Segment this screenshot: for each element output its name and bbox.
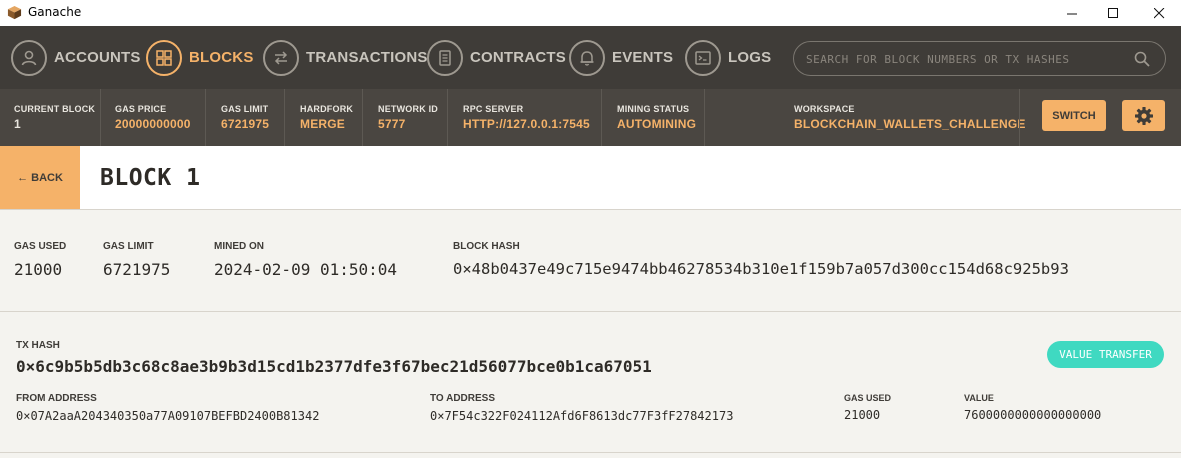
blocks-icon	[146, 39, 182, 76]
block-hash: BLOCK HASH 0×48b0437e49c715e9474bb462785…	[453, 241, 1069, 278]
stat-label: GAS LIMIT	[221, 104, 269, 114]
search-box	[793, 41, 1166, 76]
nav-events-label: EVENTS	[612, 49, 674, 66]
stat-label: HARDFORK	[300, 104, 354, 114]
nav-accounts-label: ACCOUNTS	[54, 49, 141, 66]
stat-label: WORKSPACE	[794, 104, 855, 114]
user-icon	[11, 39, 47, 76]
divider	[100, 89, 101, 146]
maximize-button[interactable]	[1090, 0, 1136, 26]
tx-value: VALUE 7600000000000000000	[964, 393, 1101, 422]
transaction-row[interactable]: TX HASH 0×6c9b5b5db3c68c8ae3b9b3d15cd1b2…	[0, 313, 1181, 453]
stat-label: GAS PRICE	[115, 104, 167, 114]
field-value: 0×48b0437e49c715e9474bb46278534b310e1f15…	[453, 260, 1069, 278]
field-value: 6721975	[103, 260, 171, 279]
stat-value: 20000000000	[115, 117, 191, 131]
search-icon[interactable]	[1133, 50, 1151, 68]
field-label: FROM ADDRESS	[16, 393, 97, 404]
field-value: 2024-02-09 01:50:04	[214, 260, 398, 279]
nav-blocks[interactable]: BLOCKS	[146, 39, 254, 76]
block-gas-limit: GAS LIMIT 6721975	[103, 241, 170, 279]
close-icon	[1153, 7, 1164, 18]
field-label: GAS USED	[14, 241, 67, 252]
divider	[447, 89, 448, 146]
stat-value: AUTOMINING	[617, 117, 697, 131]
field-value: 0×07A2aaA204340350a77A09107BEFBD2400B813…	[16, 409, 320, 423]
window-title: Ganache	[28, 5, 82, 19]
stat-label: RPC SERVER	[463, 104, 524, 114]
stat-label: CURRENT BLOCK	[14, 104, 96, 114]
nav-logs[interactable]: LOGS	[685, 39, 771, 76]
page-title: BLOCK 1	[100, 165, 201, 191]
divider	[362, 89, 363, 146]
stat-value: 5777	[378, 117, 406, 131]
close-button[interactable]	[1136, 0, 1181, 26]
terminal-icon	[685, 39, 721, 76]
stat-workspace: WORKSPACE BLOCKCHAIN_WALLETS_CHALLENGE	[794, 89, 1026, 146]
stat-mining-status: MINING STATUS AUTOMINING	[617, 89, 696, 146]
field-value: 21000	[14, 260, 63, 279]
stat-gas-price: GAS PRICE 20000000000	[115, 89, 191, 146]
nav-contracts[interactable]: CONTRACTS	[427, 39, 566, 76]
nav-events[interactable]: EVENTS	[569, 39, 673, 76]
window-titlebar: Ganache	[0, 0, 1181, 26]
stat-value: BLOCKCHAIN_WALLETS_CHALLENGE	[794, 117, 1026, 131]
main-nav: ACCOUNTS BLOCKS TRANSACTIONS CONTRACTS E…	[0, 26, 1181, 89]
field-value: 7600000000000000000	[964, 408, 1102, 422]
tx-from-address: FROM ADDRESS 0×07A2aaA204340350a77A09107…	[16, 393, 319, 423]
block-header: ← BACK BLOCK 1	[0, 146, 1181, 210]
transactions-icon	[263, 39, 299, 76]
field-label: TO ADDRESS	[430, 393, 496, 404]
divider	[205, 89, 206, 146]
gear-icon	[1134, 106, 1153, 125]
stat-value: 1	[14, 117, 21, 131]
contracts-icon	[427, 39, 463, 76]
tx-hash-label: TX HASH	[16, 340, 60, 351]
settings-button[interactable]	[1122, 100, 1165, 131]
field-label: MINED ON	[214, 241, 264, 252]
tx-type-badge: VALUE TRANSFER	[1047, 341, 1164, 368]
tx-gas-used: GAS USED 21000	[844, 393, 891, 422]
block-details: GAS USED 21000 GAS LIMIT 6721975 MINED O…	[0, 210, 1181, 312]
stat-value: 6721975	[221, 117, 270, 131]
nav-contracts-label: CONTRACTS	[470, 49, 566, 66]
stat-hardfork: HARDFORK MERGE	[300, 89, 353, 146]
stat-current-block: CURRENT BLOCK 1	[14, 89, 95, 146]
stat-value: HTTP://127.0.0.1:7545	[463, 117, 590, 131]
divider	[601, 89, 602, 146]
field-label: BLOCK HASH	[453, 241, 520, 252]
block-gas-used: GAS USED 21000	[14, 241, 66, 279]
nav-accounts[interactable]: ACCOUNTS	[11, 39, 141, 76]
ganache-logo-icon	[7, 5, 22, 20]
field-value: 21000	[844, 408, 881, 422]
tx-hash-value: 0×6c9b5b5db3c68c8ae3b9b3d15cd1b2377dfe3f…	[16, 357, 652, 376]
maximize-icon	[1107, 7, 1118, 18]
switch-workspace-button[interactable]: SWITCH	[1042, 100, 1106, 131]
field-value: 0×7F54c322F024112Afd6F8613dc77F3fF278421…	[430, 409, 734, 423]
divider	[1019, 89, 1020, 146]
bell-icon	[569, 39, 605, 76]
field-label: GAS USED	[844, 393, 892, 403]
nav-transactions-label: TRANSACTIONS	[306, 49, 428, 66]
stat-network-id: NETWORK ID 5777	[378, 89, 438, 146]
nav-transactions[interactable]: TRANSACTIONS	[263, 39, 428, 76]
minimize-icon	[1066, 13, 1077, 14]
stat-value: MERGE	[300, 117, 346, 131]
minimize-button[interactable]	[1049, 0, 1095, 26]
status-bar: CURRENT BLOCK 1 GAS PRICE 20000000000 GA…	[0, 89, 1181, 146]
stat-rpc-server: RPC SERVER HTTP://127.0.0.1:7545	[463, 89, 590, 146]
block-mined-on: MINED ON 2024-02-09 01:50:04	[214, 241, 397, 279]
field-label: GAS LIMIT	[103, 241, 154, 252]
back-button[interactable]: ← BACK	[0, 146, 80, 209]
search-input[interactable]	[806, 50, 1126, 68]
nav-blocks-label: BLOCKS	[189, 49, 254, 66]
divider	[704, 89, 705, 146]
field-label: VALUE	[964, 393, 994, 403]
nav-logs-label: LOGS	[728, 49, 772, 66]
stat-label: MINING STATUS	[617, 104, 690, 114]
stat-label: NETWORK ID	[378, 104, 438, 114]
stat-gas-limit: GAS LIMIT 6721975	[221, 89, 269, 146]
tx-to-address: TO ADDRESS 0×7F54c322F024112Afd6F8613dc7…	[430, 393, 733, 423]
divider	[284, 89, 285, 146]
